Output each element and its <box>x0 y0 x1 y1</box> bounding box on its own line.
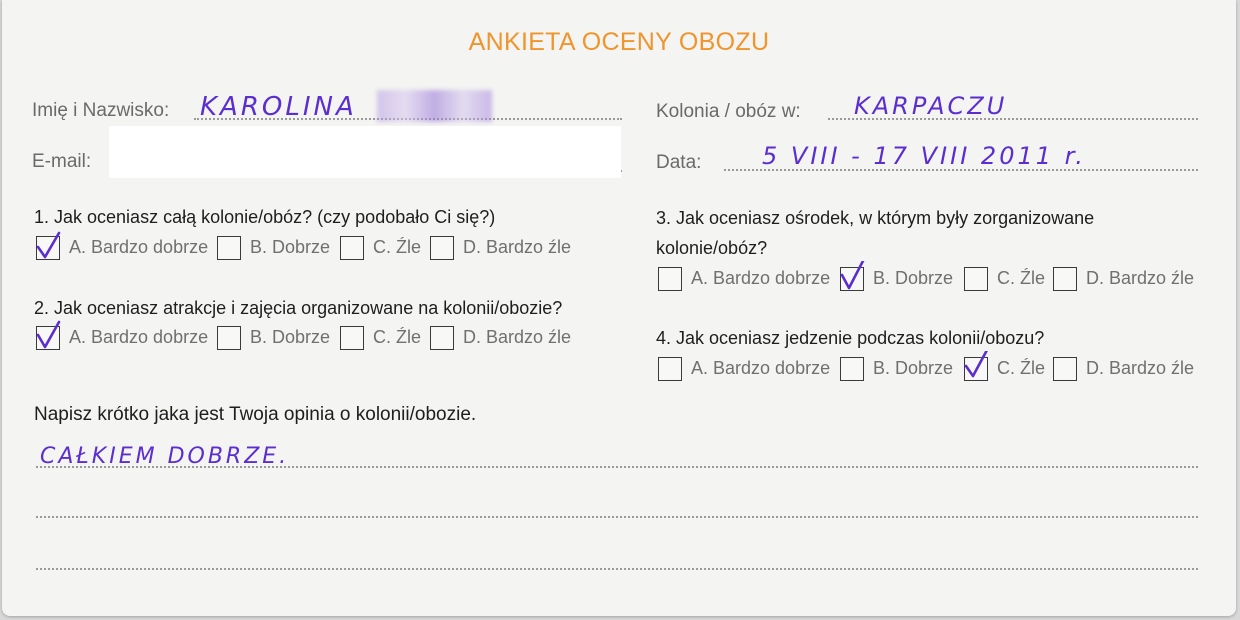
q3-option-a-label: A. Bardzo dobrze <box>691 268 831 288</box>
name-handwritten: KAROLINA <box>200 92 357 122</box>
question-4-text: 4. Jak oceniasz jedzenie podczas kolonii… <box>656 328 1045 348</box>
date-handwritten: 5 VIII - 17 VIII 2011 r. <box>762 142 1086 170</box>
q3-option-c-label: C. Źle <box>997 268 1046 288</box>
checkmark-icon <box>840 261 865 290</box>
q1-option-b-label: B. Dobrze <box>250 237 331 257</box>
q2-option-a-label: A. Bardzo dobrze <box>69 327 209 347</box>
q1-option-c-label: C. Źle <box>373 237 422 257</box>
q3-checkbox-a[interactable] <box>658 267 682 291</box>
checkmark-icon <box>964 351 988 378</box>
question-3-text-line1: 3. Jak oceniasz ośrodek, w którym były z… <box>656 208 1095 228</box>
q4-option-a-label: A. Bardzo dobrze <box>691 358 831 378</box>
checkmark-icon <box>36 320 61 349</box>
email-label: E-mail: <box>32 151 92 172</box>
q2-checkbox-c[interactable] <box>340 326 364 350</box>
email-redaction <box>109 126 621 178</box>
q1-checkbox-c[interactable] <box>340 236 364 260</box>
q2-option-c-label: C. Źle <box>373 327 422 347</box>
q4-option-c-label: C. Źle <box>997 358 1046 378</box>
checkmark-icon <box>36 231 61 259</box>
question-3-text-line2: kolonie/obóz? <box>656 238 768 258</box>
q3-checkbox-c[interactable] <box>964 267 988 291</box>
opinion-line-3 <box>36 568 1198 570</box>
q1-checkbox-d[interactable] <box>430 236 454 260</box>
question-2-text: 2. Jak oceniasz atrakcje i zajęcia organ… <box>34 298 563 318</box>
q1-checkbox-b[interactable] <box>217 236 241 260</box>
q3-option-b-label: B. Dobrze <box>873 268 954 288</box>
q4-option-d-label: D. Bardzo źle <box>1086 358 1195 378</box>
name-label: Imię i Nazwisko: <box>32 100 170 121</box>
opinion-line-2 <box>36 516 1198 518</box>
survey-card: ANKIETA OCENY OBOZU Imię i Nazwisko: KAR… <box>2 0 1236 616</box>
camp-label: Kolonia / obóz w: <box>656 101 801 122</box>
q3-option-d-label: D. Bardzo źle <box>1086 268 1195 288</box>
opinion-line-1 <box>36 466 1198 468</box>
question-1-text: 1. Jak oceniasz całą kolonie/obóz? (czy … <box>34 207 496 227</box>
q4-option-b-label: B. Dobrze <box>873 358 954 378</box>
q2-option-d-label: D. Bardzo źle <box>463 327 572 347</box>
q4-checkbox-b[interactable] <box>840 357 864 381</box>
q4-checkbox-a[interactable] <box>658 357 682 381</box>
q2-option-b-label: B. Dobrze <box>250 327 331 347</box>
q1-option-d-label: D. Bardzo źle <box>463 237 572 257</box>
opinion-prompt: Napisz krótko jaka jest Twoja opinia o k… <box>34 404 477 425</box>
q4-checkbox-d[interactable] <box>1053 357 1077 381</box>
q2-checkbox-b[interactable] <box>217 326 241 350</box>
q3-checkbox-d[interactable] <box>1053 267 1077 291</box>
q1-option-a-label: A. Bardzo dobrze <box>69 237 209 257</box>
form-title: ANKIETA OCENY OBOZU <box>468 28 770 56</box>
q2-checkbox-d[interactable] <box>430 326 454 350</box>
name-pixelated-blur <box>377 90 492 122</box>
date-label: Data: <box>656 152 702 173</box>
camp-handwritten: KARPACZU <box>854 92 1008 120</box>
